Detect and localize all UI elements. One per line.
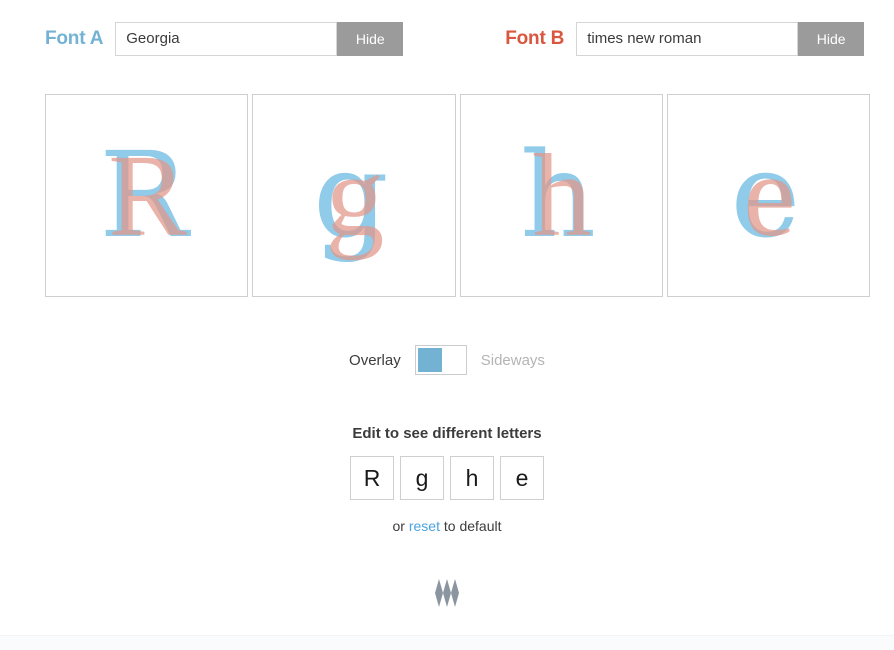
font-a-group: Font A Hide bbox=[45, 22, 403, 56]
glyph-overlay-stack: g g bbox=[253, 95, 454, 296]
glyph-preview-box[interactable]: g g bbox=[252, 94, 455, 297]
three-diamonds-logo-icon bbox=[428, 576, 466, 610]
glyph-preview-box[interactable]: e e bbox=[667, 94, 870, 297]
font-b-group: Font B Hide bbox=[505, 22, 864, 56]
switch-knob bbox=[418, 348, 442, 372]
letter-input-group bbox=[0, 456, 894, 500]
letter-input-1[interactable] bbox=[350, 456, 394, 500]
reset-prefix-text: or bbox=[393, 518, 409, 534]
glyph-preview-box[interactable]: R R bbox=[45, 94, 248, 297]
reset-line: or reset to default bbox=[0, 518, 894, 534]
letter-input-2[interactable] bbox=[400, 456, 444, 500]
font-b-input[interactable] bbox=[576, 22, 798, 56]
glyph-overlay-stack: R R bbox=[46, 95, 247, 296]
edit-letters-title: Edit to see different letters bbox=[0, 425, 894, 442]
display-mode-switch[interactable] bbox=[415, 345, 467, 375]
glyph-font-b: g bbox=[254, 94, 455, 297]
glyph-overlay-stack: h h bbox=[461, 95, 662, 296]
toggle-label-sideways[interactable]: Sideways bbox=[481, 352, 545, 369]
toggle-label-overlay[interactable]: Overlay bbox=[349, 352, 401, 369]
glyph-font-b: e bbox=[669, 94, 870, 297]
glyph-preview-box[interactable]: h h bbox=[460, 94, 663, 297]
font-a-input[interactable] bbox=[115, 22, 337, 56]
letter-input-3[interactable] bbox=[450, 456, 494, 500]
bottom-band bbox=[0, 635, 894, 650]
letter-input-4[interactable] bbox=[500, 456, 544, 500]
glyph-font-b: R bbox=[47, 94, 248, 297]
reset-suffix-text: to default bbox=[440, 518, 502, 534]
glyph-font-b: h bbox=[462, 94, 663, 297]
font-inputs-header: Font A Hide Font B Hide bbox=[0, 0, 894, 58]
reset-link[interactable]: reset bbox=[409, 518, 440, 534]
edit-letters-section: Edit to see different letters or reset t… bbox=[0, 425, 894, 534]
glyph-overlay-stack: e e bbox=[668, 95, 869, 296]
glyph-comparison-row: R R g g h h e e bbox=[45, 94, 870, 297]
switch-track bbox=[442, 348, 464, 372]
font-b-hide-button[interactable]: Hide bbox=[798, 22, 864, 56]
display-mode-toggle-row: Overlay Sideways bbox=[0, 345, 894, 375]
font-b-label: Font B bbox=[505, 22, 576, 56]
font-a-hide-button[interactable]: Hide bbox=[337, 22, 403, 56]
footer-logo-container bbox=[0, 576, 894, 610]
font-a-label: Font A bbox=[45, 22, 115, 56]
